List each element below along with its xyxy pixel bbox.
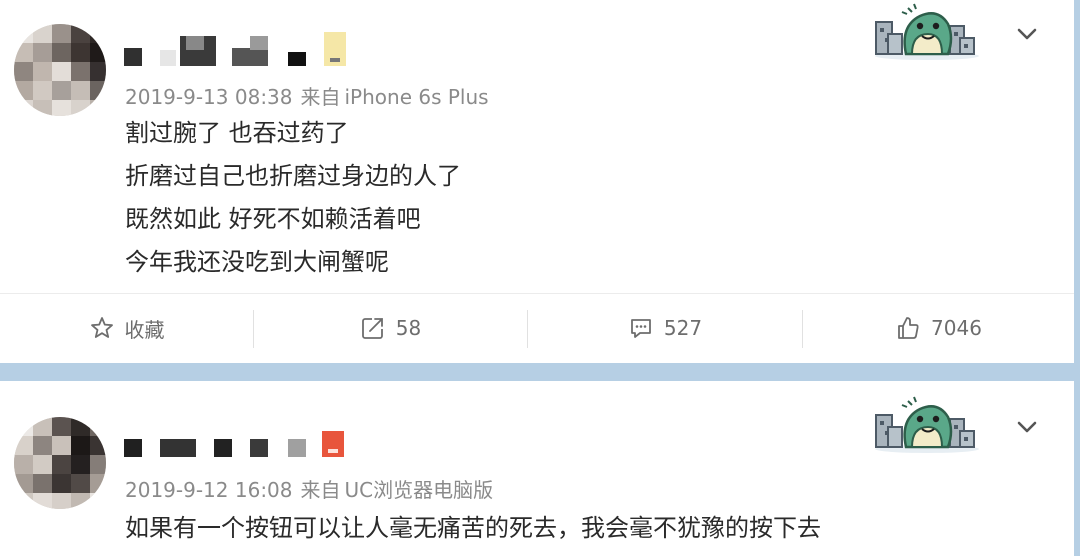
source-prefix: 来自 [300,85,341,109]
chevron-down-icon[interactable] [1009,409,1045,445]
post-line: 今年我还没吃到大闸蟹呢 [125,248,389,276]
repost-icon [361,318,383,339]
avatar[interactable] [14,24,106,116]
post-body: 如果有一个按钮可以让人毫无痛苦的死去，我会毫不犹豫的按下去 [125,507,821,550]
favorite-label: 收藏 [124,317,165,342]
avatar[interactable] [14,417,106,509]
comment-icon [631,319,651,338]
divider [0,293,1074,294]
post-line: 既然如此 好死不如赖活着吧 [125,205,421,233]
like-count: 7046 [931,316,982,340]
post-meta: 2019-9-13 08:38 来自 iPhone 6s Plus [125,81,497,110]
comment-button[interactable]: 527 [528,300,802,356]
comment-count: 527 [663,316,703,340]
source-prefix: 来自 [300,478,341,502]
post-card: 2019-9-13 08:38 来自 iPhone 6s Plus 割过腕了 也吞过… [0,0,1074,363]
star-icon [90,317,113,338]
like-button[interactable]: 7046 [803,300,1074,356]
username-redacted[interactable] [124,32,354,66]
post-timestamp[interactable]: 2019-9-13 08:38 [125,85,293,109]
thumbs-up-icon [898,317,919,339]
repost-count: 58 [395,316,422,340]
repost-button[interactable]: 58 [254,300,527,356]
post-line: 如果有一个按钮可以让人毫无痛苦的死去，我会毫不犹豫的按下去 [125,514,821,542]
post-meta: 2019-9-12 16:08 来自 UC浏览器电脑版 [125,474,501,503]
post-timestamp[interactable]: 2019-9-12 16:08 [125,478,293,502]
dinosaur-badge-icon[interactable] [872,0,982,70]
dinosaur-badge-icon[interactable] [872,393,982,463]
post-body: 割过腕了 也吞过药了 折磨过自己也折磨过身边的人了 既然如此 好死不如赖活着吧 … [125,112,461,284]
chevron-down-icon[interactable] [1009,16,1045,52]
post-card: 2019-9-12 16:08 来自 UC浏览器电脑版 如果有一个按钮可以让人毫无痛… [0,381,1074,556]
post-line: 折磨过自己也折磨过身边的人了 [125,162,461,190]
post-source: iPhone 6s Plus [344,85,489,109]
post-source: UC浏览器电脑版 [344,478,494,502]
post-line: 割过腕了 也吞过药了 [125,119,349,147]
username-redacted[interactable] [124,431,354,457]
favorite-button[interactable]: 收藏 [0,300,253,356]
